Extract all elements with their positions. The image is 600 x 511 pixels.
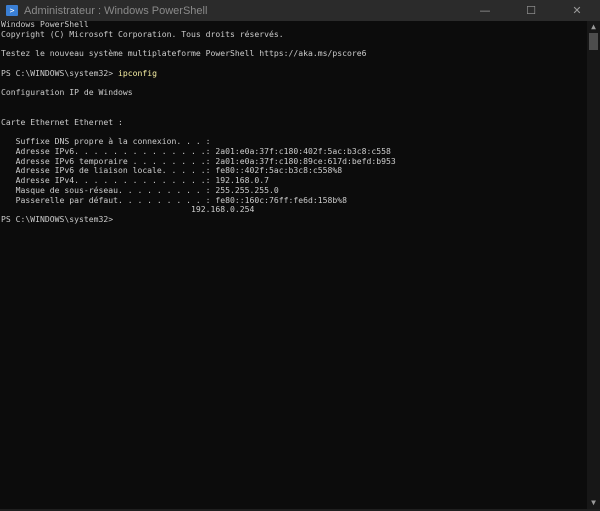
line-7: Configuration IP de Windows [1,87,133,98]
scroll-up-icon[interactable]: ▲ [587,21,600,33]
line-14: Adresse IPv6 temporaire . . . . . . . .:… [1,155,396,166]
prompt: PS C:\WINDOWS\system32> [1,67,118,78]
scroll-thumb[interactable] [589,33,598,50]
close-button[interactable]: ✕ [554,0,600,21]
console-output[interactable]: Windows PowerShell Copyright (C) Microso… [0,19,587,509]
line-17: Masque de sous-réseau. . . . . . . . . :… [1,184,279,195]
line-16: Adresse IPv4. . . . . . . . . . . . . .:… [1,175,270,185]
title-bar[interactable]: > Administrateur : Windows PowerShell — … [0,0,600,21]
vertical-scrollbar[interactable]: ▲ ▼ [587,21,600,509]
line-13: Adresse IPv6. . . . . . . . . . . . . .:… [1,145,391,156]
powershell-icon: > [6,5,18,16]
console-text: Windows PowerShell Copyright (C) Microso… [1,19,396,225]
line-20: PS C:\WINDOWS\system32> [1,214,114,224]
line-15: Adresse IPv6 de liaison locale. . . . .:… [1,165,343,176]
line-3: Testez le nouveau système multiplateform… [1,48,367,59]
line-10: Carte Ethernet Ethernet : [1,116,123,127]
scroll-down-icon[interactable]: ▼ [587,497,600,509]
line-1: Copyright (C) Microsoft Corporation. Tou… [1,28,284,39]
window-title: Administrateur : Windows PowerShell [24,4,208,17]
line-12: Suffixe DNS propre à la connexion. . . : [1,136,211,146]
command: ipconfig [117,67,157,78]
minimize-button[interactable]: — [462,0,508,21]
line-0: Windows PowerShell [1,19,89,29]
maximize-button[interactable]: ☐ [508,0,554,21]
line-18: Passerelle par défaut. . . . . . . . . :… [1,194,347,205]
line-19: 192.168.0.254 [1,204,255,215]
